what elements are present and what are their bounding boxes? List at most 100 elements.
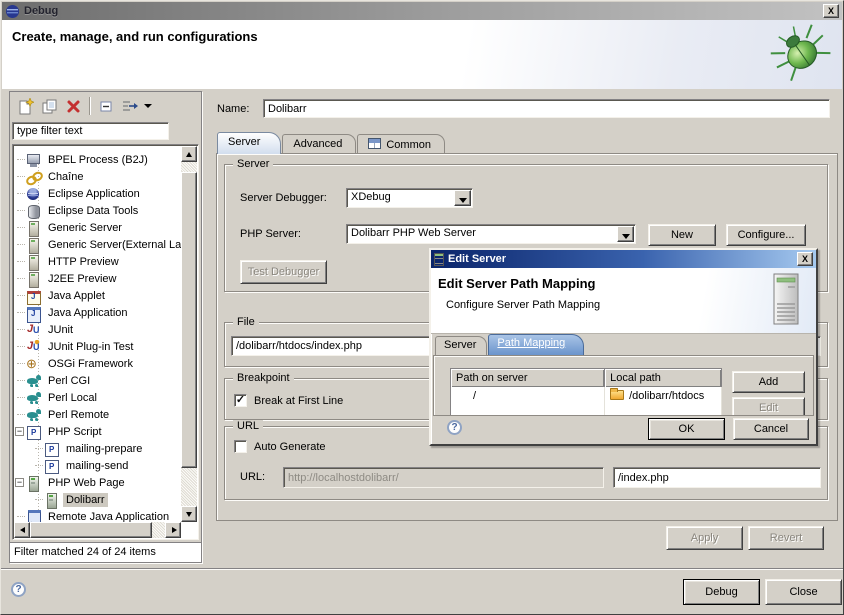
scroll-right-button[interactable] xyxy=(165,522,181,538)
tree-expander[interactable]: − xyxy=(14,478,26,487)
tree-guide xyxy=(14,346,26,347)
vertical-scrollbar[interactable] xyxy=(181,146,197,522)
tree-item-bpel-process-b2j[interactable]: BPEL Process (B2J) xyxy=(14,151,181,168)
tree-item-junit-plug-in-test[interactable]: JUnit Plug-in Test xyxy=(14,338,181,355)
tree-expander[interactable]: − xyxy=(14,427,26,436)
horizontal-scroll-thumb[interactable] xyxy=(30,522,152,538)
dialog-tab-server[interactable]: Server xyxy=(435,336,487,355)
dialog-tab-path-mapping[interactable]: Path Mapping xyxy=(488,334,584,355)
cancel-button[interactable]: Cancel xyxy=(733,418,809,440)
tree-item-dolibarr[interactable]: Dolibarr xyxy=(14,491,181,508)
horizontal-scrollbar[interactable] xyxy=(14,522,181,538)
break-at-first-line-checkbox[interactable] xyxy=(234,394,247,407)
tree-item-remote-java-application[interactable]: Remote Java Application xyxy=(14,508,181,522)
toolbar-separator xyxy=(89,97,90,115)
close-button[interactable]: Close xyxy=(765,579,842,605)
mapping-row[interactable]: //dolibarr/htdocs xyxy=(451,387,722,405)
tree-item-perl-local[interactable]: Perl Local xyxy=(14,389,181,406)
tree-item-osgi-framework[interactable]: OSGi Framework xyxy=(14,355,181,372)
ok-button[interactable]: OK xyxy=(648,418,725,440)
scroll-up-button[interactable] xyxy=(181,146,197,162)
filter-configurations-button[interactable] xyxy=(118,94,142,118)
tree-item-java-applet[interactable]: Java Applet xyxy=(14,287,181,304)
tree-guide xyxy=(14,465,44,466)
new-server-button[interactable]: New xyxy=(648,224,716,246)
auto-generate-checkbox[interactable] xyxy=(234,440,247,453)
tree-item-generic-server-external-la[interactable]: Generic Server(External La xyxy=(14,236,181,253)
tree-connector xyxy=(17,159,25,160)
delete-configuration-button[interactable] xyxy=(61,94,85,118)
tree-item-mailing-prepare[interactable]: mailing-prepare xyxy=(14,440,181,457)
name-input[interactable] xyxy=(263,99,830,118)
add-mapping-button[interactable]: Add xyxy=(732,371,805,393)
tree-guide xyxy=(14,159,26,160)
filter-status-text: Filter matched 24 of 24 items xyxy=(10,542,201,562)
type-filter-input[interactable] xyxy=(12,122,169,140)
delete-icon xyxy=(66,99,81,114)
tree-item-php-web-page[interactable]: −PHP Web Page xyxy=(14,474,181,491)
tree-guide xyxy=(14,244,26,245)
dialog-help-button[interactable]: ? xyxy=(447,420,462,435)
perl-icon xyxy=(26,408,41,422)
tree-item-http-preview[interactable]: HTTP Preview xyxy=(14,253,181,270)
tree-item-eclipse-data-tools[interactable]: Eclipse Data Tools xyxy=(14,202,181,219)
tree-item-perl-remote[interactable]: Perl Remote xyxy=(14,406,181,423)
help-button[interactable]: ? xyxy=(11,582,26,597)
scroll-left-button[interactable] xyxy=(14,522,30,538)
tree-item-php-script[interactable]: −PHP Script xyxy=(14,423,181,440)
osgi-icon xyxy=(26,357,41,371)
server-icon xyxy=(26,255,41,269)
edit-mapping-button[interactable]: Edit xyxy=(732,397,805,416)
file-group-legend: File xyxy=(233,316,259,328)
vertical-scroll-thumb[interactable] xyxy=(181,172,197,468)
combo-dropdown-icon[interactable] xyxy=(454,190,471,206)
tree-item-mailing-send[interactable]: mailing-send xyxy=(14,457,181,474)
combo-dropdown-icon[interactable] xyxy=(617,226,634,242)
url-path-input[interactable] xyxy=(613,467,821,488)
tree-item-generic-server[interactable]: Generic Server xyxy=(14,219,181,236)
collapse-node-icon[interactable]: − xyxy=(15,427,24,436)
apply-button[interactable]: Apply xyxy=(666,526,743,550)
collapse-all-button[interactable] xyxy=(94,94,118,118)
tab-common[interactable]: Common xyxy=(357,134,445,154)
tree-item-label: JUnit Plug-in Test xyxy=(45,340,136,354)
php-icon xyxy=(26,425,41,439)
collapse-node-icon[interactable]: − xyxy=(15,478,24,487)
tree-guide xyxy=(14,363,26,364)
tree-item-junit[interactable]: JUnit xyxy=(14,321,181,338)
dialog-banner: Create, manage, and run configurations xyxy=(2,20,842,89)
tab-server[interactable]: Server xyxy=(217,132,281,154)
tree-connector xyxy=(17,278,25,279)
server-debugger-combo[interactable]: XDebug xyxy=(346,188,473,208)
tree-item-perl-cgi[interactable]: Perl CGI xyxy=(14,372,181,389)
dialog-close-button[interactable]: X xyxy=(797,252,813,266)
configure-server-button[interactable]: Configure... xyxy=(726,224,806,246)
debug-window: Debug X Create, manage, and run configur… xyxy=(0,0,844,615)
path-on-server-cell[interactable]: / xyxy=(451,387,605,405)
tree-item-j2ee-preview[interactable]: J2EE Preview xyxy=(14,270,181,287)
tree-item-label: Java Application xyxy=(45,306,131,320)
new-configuration-button[interactable] xyxy=(13,94,37,118)
debug-button[interactable]: Debug xyxy=(683,579,760,605)
local-path-cell[interactable]: /dolibarr/htdocs xyxy=(605,387,722,405)
tree-item-cha-ne[interactable]: Chaîne xyxy=(14,168,181,185)
scroll-down-button[interactable] xyxy=(181,506,197,522)
column-header-local-path[interactable]: Local path xyxy=(605,369,722,387)
tree-guide xyxy=(14,261,26,262)
window-close-button[interactable]: X xyxy=(823,4,839,18)
revert-button[interactable]: Revert xyxy=(748,526,824,550)
tree-item-eclipse-application[interactable]: Eclipse Application xyxy=(14,185,181,202)
toolbar-menu-arrow[interactable] xyxy=(144,104,152,108)
tree-item-java-application[interactable]: Java Application xyxy=(14,304,181,321)
duplicate-configuration-button[interactable] xyxy=(37,94,61,118)
column-header-path-on-server[interactable]: Path on server xyxy=(451,369,605,387)
php-server-label: PHP Server: xyxy=(240,228,301,240)
database-icon xyxy=(26,204,41,218)
server-tower-icon xyxy=(770,272,802,326)
test-debugger-button[interactable]: Test Debugger xyxy=(240,260,327,284)
php-server-combo[interactable]: Dolibarr PHP Web Server xyxy=(346,224,636,244)
footer-separator xyxy=(1,568,843,570)
tree-connector xyxy=(35,448,43,449)
tab-advanced[interactable]: Advanced xyxy=(282,134,356,154)
duplicate-icon xyxy=(41,98,58,115)
